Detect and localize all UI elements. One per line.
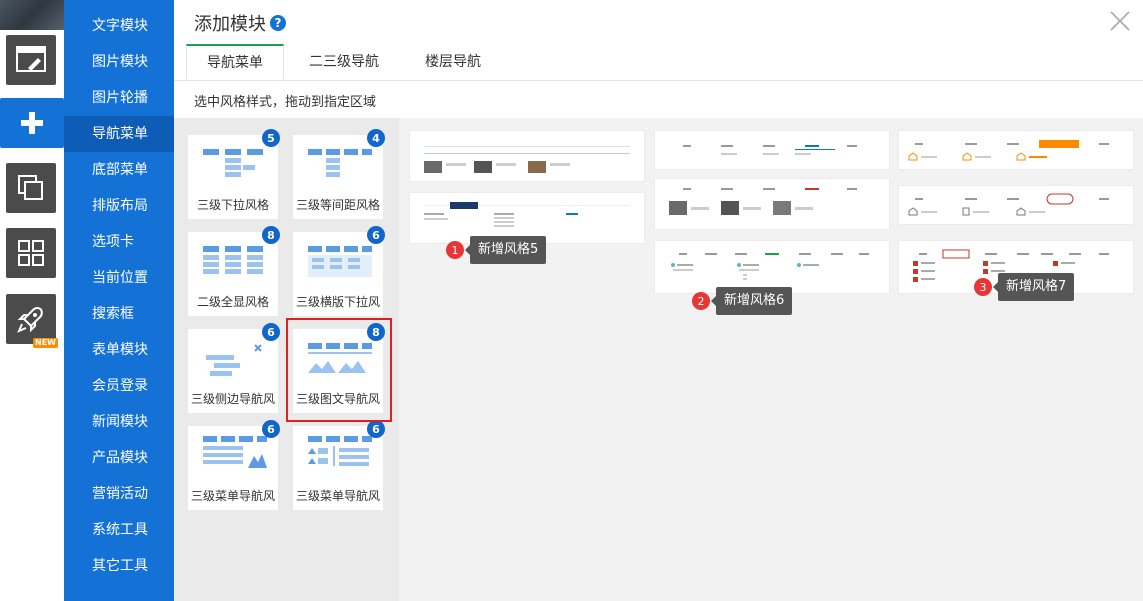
preview-style-5[interactable]	[655, 241, 889, 293]
style-label: 三级等间距风格	[295, 198, 380, 212]
style-card-full-display[interactable]: 二级全显风格 8	[188, 226, 280, 316]
tooltip-text: 新增风格6	[710, 287, 793, 315]
add-icon	[21, 112, 43, 134]
close-icon	[1110, 11, 1130, 31]
style-label: 三级菜单导航风	[295, 489, 380, 503]
style-card-side-nav[interactable]: 三级侧边导航风 6	[188, 323, 280, 413]
template-button[interactable]	[6, 35, 56, 85]
grid-button[interactable]	[6, 228, 56, 278]
count-badge: 8	[262, 226, 280, 244]
tab-floor-nav[interactable]: 楼层导航	[404, 44, 502, 80]
style-preview-area: 1 新增风格5 2 新增风格6 3 新增风格7	[399, 118, 1143, 601]
category-footer-menu[interactable]: 底部菜单	[64, 152, 174, 188]
tab-secondary-nav[interactable]: 二三级导航	[288, 44, 400, 80]
style-card-dropdown[interactable]: 三级下拉风格 5	[188, 129, 280, 219]
category-layout[interactable]: 排版布局	[64, 188, 174, 224]
style-list: 三级下拉风格 5 三级等间距风格 4 二级全显风格 8 三级横版下拉风 6 三级…	[174, 118, 399, 601]
category-nav-menu[interactable]: 导航菜单	[64, 116, 174, 152]
icon-rail: NEW	[0, 0, 64, 601]
layers-button[interactable]	[6, 163, 56, 213]
tab-nav-menu[interactable]: 导航菜单	[186, 44, 284, 80]
style-label: 三级横版下拉风	[295, 295, 380, 309]
category-tabs[interactable]: 选项卡	[64, 224, 174, 260]
tooltip-number: 2	[692, 292, 710, 310]
tabs-divider	[174, 80, 1143, 81]
tooltip-new-style-6: 2 新增风格6	[692, 287, 793, 315]
preview-style-6[interactable]	[899, 131, 1133, 169]
add-module-button[interactable]	[0, 98, 64, 148]
dialog-title-text: 添加模块	[194, 14, 266, 35]
add-module-dialog: 添加模块 ? 导航菜单 二三级导航 楼层导航 选中风格样式，拖动到指定区域 三级…	[174, 0, 1143, 601]
preview-style-1[interactable]	[410, 131, 644, 181]
page: NEW 文字模块 图片模块 图片轮播 导航菜单 底部菜单 排版布局 选项卡 当前…	[0, 0, 1143, 601]
close-button[interactable]	[1109, 10, 1131, 32]
marketing-button[interactable]: NEW	[6, 294, 58, 348]
style-card-horizontal-dropdown[interactable]: 三级横版下拉风 6	[293, 226, 385, 316]
tooltip-number: 3	[974, 278, 992, 296]
style-label: 三级下拉风格	[196, 198, 269, 212]
style-card-menu-nav-alt[interactable]: 三级菜单导航风 6	[293, 420, 385, 510]
rocket-icon	[17, 306, 43, 333]
dialog-title: 添加模块 ?	[194, 10, 286, 36]
category-form[interactable]: 表单模块	[64, 332, 174, 368]
count-badge: 6	[367, 226, 385, 244]
category-marketing[interactable]: 营销活动	[64, 476, 174, 512]
style-label: 三级侧边导航风	[190, 392, 275, 406]
tooltip-new-style-5: 1 新增风格5	[446, 236, 547, 264]
preview-style-4[interactable]	[655, 179, 889, 229]
rail-header-image	[0, 0, 64, 30]
category-news[interactable]: 新闻模块	[64, 404, 174, 440]
tooltip-new-style-7: 3 新增风格7	[974, 273, 1075, 301]
tooltip-text: 新增风格5	[464, 236, 547, 264]
count-badge: 6	[262, 420, 280, 438]
tooltip-number: 1	[446, 241, 464, 259]
preview-style-3[interactable]	[655, 131, 889, 169]
count-badge: 5	[262, 129, 280, 147]
new-badge: NEW	[33, 338, 58, 348]
category-other-tools[interactable]: 其它工具	[64, 548, 174, 584]
help-icon[interactable]: ?	[270, 15, 286, 31]
style-card-equal-spacing[interactable]: 三级等间距风格 4	[293, 129, 385, 219]
selection-highlight	[286, 318, 392, 422]
category-search[interactable]: 搜索框	[64, 296, 174, 332]
tooltip-text: 新增风格7	[992, 273, 1075, 301]
tab-bar: 导航菜单 二三级导航 楼层导航	[186, 44, 506, 80]
preview-style-7[interactable]	[899, 186, 1133, 224]
category-carousel[interactable]: 图片轮播	[64, 80, 174, 116]
instruction-text: 选中风格样式，拖动到指定区域	[194, 95, 377, 110]
category-breadcrumb[interactable]: 当前位置	[64, 260, 174, 296]
category-image[interactable]: 图片模块	[64, 44, 174, 80]
category-text[interactable]: 文字模块	[64, 8, 174, 44]
count-badge: 6	[367, 420, 385, 438]
category-member-login[interactable]: 会员登录	[64, 368, 174, 404]
count-badge: 4	[367, 129, 385, 147]
category-product[interactable]: 产品模块	[64, 440, 174, 476]
layers-icon	[18, 175, 43, 200]
grid-icon	[18, 240, 44, 266]
style-label: 二级全显风格	[196, 295, 269, 309]
category-nav: 文字模块 图片模块 图片轮播 导航菜单 底部菜单 排版布局 选项卡 当前位置 搜…	[64, 0, 174, 601]
category-system-tools[interactable]: 系统工具	[64, 512, 174, 548]
count-badge: 6	[262, 323, 280, 341]
template-icon	[16, 46, 46, 72]
style-card-menu-nav[interactable]: 三级菜单导航风 6	[188, 420, 280, 510]
style-label: 三级菜单导航风	[190, 489, 275, 503]
